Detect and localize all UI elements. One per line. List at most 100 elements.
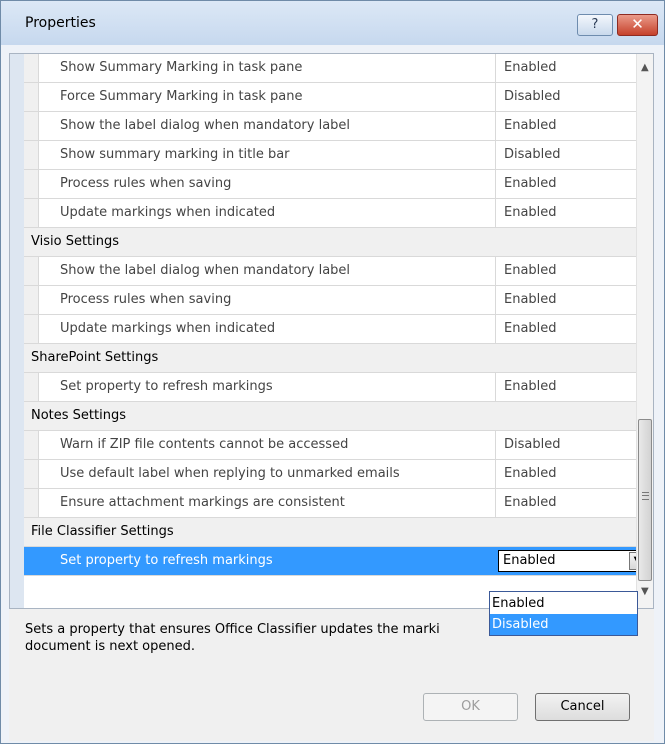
cancel-button[interactable]: Cancel — [535, 693, 630, 721]
property-name: Show the label dialog when mandatory lab… — [60, 118, 351, 133]
property-name: Ensure attachment markings are consisten… — [60, 495, 345, 510]
column-separator — [495, 431, 496, 459]
column-separator — [495, 141, 496, 169]
row-indent — [24, 547, 38, 575]
scroll-up-arrow-icon[interactable]: ▲ — [641, 62, 649, 73]
category-label: SharePoint Settings — [31, 350, 159, 365]
property-row[interactable]: Show the label dialog when mandatory lab… — [24, 257, 652, 286]
property-value: Disabled — [504, 89, 561, 104]
grip-icon — [642, 492, 649, 500]
property-name: Set property to refresh markings — [60, 379, 273, 394]
property-value: Enabled — [504, 321, 557, 336]
property-value: Enabled — [504, 176, 557, 191]
property-value: Enabled — [504, 205, 557, 220]
property-grid: Show Summary Marking in task pane Enabled… — [9, 53, 654, 609]
property-row[interactable]: Update markings when indicated Enabled — [24, 315, 652, 344]
property-name: Show the label dialog when mandatory lab… — [60, 263, 351, 278]
property-name: Process rules when saving — [60, 292, 232, 307]
property-row[interactable]: Show summary marking in title bar Disable… — [24, 141, 652, 170]
column-separator — [495, 489, 496, 517]
property-value: Enabled — [504, 263, 557, 278]
properties-dialog: Properties ? ✕ Show Summary Marking in t… — [0, 0, 665, 744]
value-combobox[interactable]: Enabled▼ — [498, 550, 648, 572]
vertical-scrollbar[interactable]: ▲ ▼ — [636, 54, 653, 608]
property-value: Disabled — [504, 147, 561, 162]
dropdown-option-enabled[interactable]: Enabled — [490, 593, 637, 614]
property-row[interactable]: Warn if ZIP file contents cannot be acce… — [24, 431, 652, 460]
column-separator — [495, 199, 496, 227]
property-value: Enabled — [504, 118, 557, 133]
description-line-1: Sets a property that ensures Office Clas… — [25, 622, 440, 637]
property-name: Process rules when saving — [60, 176, 232, 191]
property-value: Enabled — [504, 495, 557, 510]
property-name: Update markings when indicated — [60, 321, 276, 336]
property-value: Enabled — [504, 379, 557, 394]
property-value: Enabled — [504, 60, 557, 75]
property-name: Force Summary Marking in task pane — [60, 89, 303, 104]
scroll-thumb[interactable] — [638, 419, 652, 581]
property-name: Warn if ZIP file contents cannot be acce… — [60, 437, 349, 452]
row-indent — [24, 54, 39, 82]
category-label: Visio Settings — [31, 234, 120, 249]
property-value: Enabled — [504, 466, 557, 481]
category-header[interactable]: File Classifier Settings — [24, 518, 652, 547]
title-bar: Properties ? ✕ — [1, 1, 664, 45]
property-row[interactable]: Use default label when replying to unmar… — [24, 460, 652, 489]
dropdown-option-disabled[interactable]: Disabled — [490, 614, 637, 635]
scroll-down-arrow-icon[interactable]: ▼ — [641, 586, 649, 597]
property-value: Enabled — [504, 292, 557, 307]
category-header[interactable]: Visio Settings — [24, 228, 652, 257]
help-button[interactable]: ? — [577, 14, 613, 36]
column-separator — [495, 547, 496, 575]
property-row[interactable]: Show the label dialog when mandatory lab… — [24, 112, 652, 141]
row-indent — [24, 83, 39, 111]
property-row[interactable]: Set property to refresh markings Enabled — [24, 373, 652, 402]
column-separator — [495, 315, 496, 343]
property-description: Sets a property that ensures Office Clas… — [25, 621, 505, 655]
dialog-client-area: Show Summary Marking in task pane Enabled… — [9, 53, 654, 741]
row-indent — [24, 112, 39, 140]
property-name: Show Summary Marking in task pane — [60, 60, 303, 75]
row-indent — [24, 315, 39, 343]
value-dropdown-list[interactable]: Enabled Disabled — [489, 591, 638, 636]
row-indent — [24, 431, 39, 459]
row-indent — [24, 460, 39, 488]
row-indent — [24, 170, 39, 198]
category-header[interactable]: Notes Settings — [24, 402, 652, 431]
column-separator — [495, 170, 496, 198]
combobox-value: Enabled — [503, 553, 556, 568]
close-button[interactable]: ✕ — [617, 14, 658, 36]
row-indent — [24, 286, 39, 314]
property-name: Update markings when indicated — [60, 205, 276, 220]
column-separator — [495, 373, 496, 401]
column-separator — [495, 112, 496, 140]
category-header[interactable]: SharePoint Settings — [24, 344, 652, 373]
property-row[interactable]: Force Summary Marking in task pane Disabl… — [24, 83, 652, 112]
property-name: Show summary marking in title bar — [60, 147, 290, 162]
row-indent — [24, 257, 39, 285]
property-row[interactable]: Ensure attachment markings are consisten… — [24, 489, 652, 518]
column-separator — [495, 286, 496, 314]
column-separator — [495, 460, 496, 488]
dialog-title: Properties — [25, 15, 96, 31]
category-label: File Classifier Settings — [31, 524, 174, 539]
property-name: Use default label when replying to unmar… — [60, 466, 400, 481]
row-indent — [24, 489, 39, 517]
row-indent — [24, 141, 39, 169]
property-row[interactable]: Show Summary Marking in task pane Enabled — [24, 54, 652, 83]
property-row-selected[interactable]: Set property to refresh markings Enabled▼ — [24, 547, 652, 576]
description-line-2: document is next opened. — [25, 639, 195, 654]
column-separator — [495, 83, 496, 111]
property-row[interactable]: Update markings when indicated Enabled — [24, 199, 652, 228]
ok-button[interactable]: OK — [423, 693, 518, 721]
category-label: Notes Settings — [31, 408, 126, 423]
property-value: Disabled — [504, 437, 561, 452]
column-separator — [495, 257, 496, 285]
property-name: Set property to refresh markings — [60, 553, 273, 568]
property-row[interactable]: Process rules when saving Enabled — [24, 286, 652, 315]
column-separator — [495, 54, 496, 82]
row-indent — [24, 199, 39, 227]
property-grid-gutter — [10, 54, 24, 608]
row-indent — [24, 373, 39, 401]
property-row[interactable]: Process rules when saving Enabled — [24, 170, 652, 199]
